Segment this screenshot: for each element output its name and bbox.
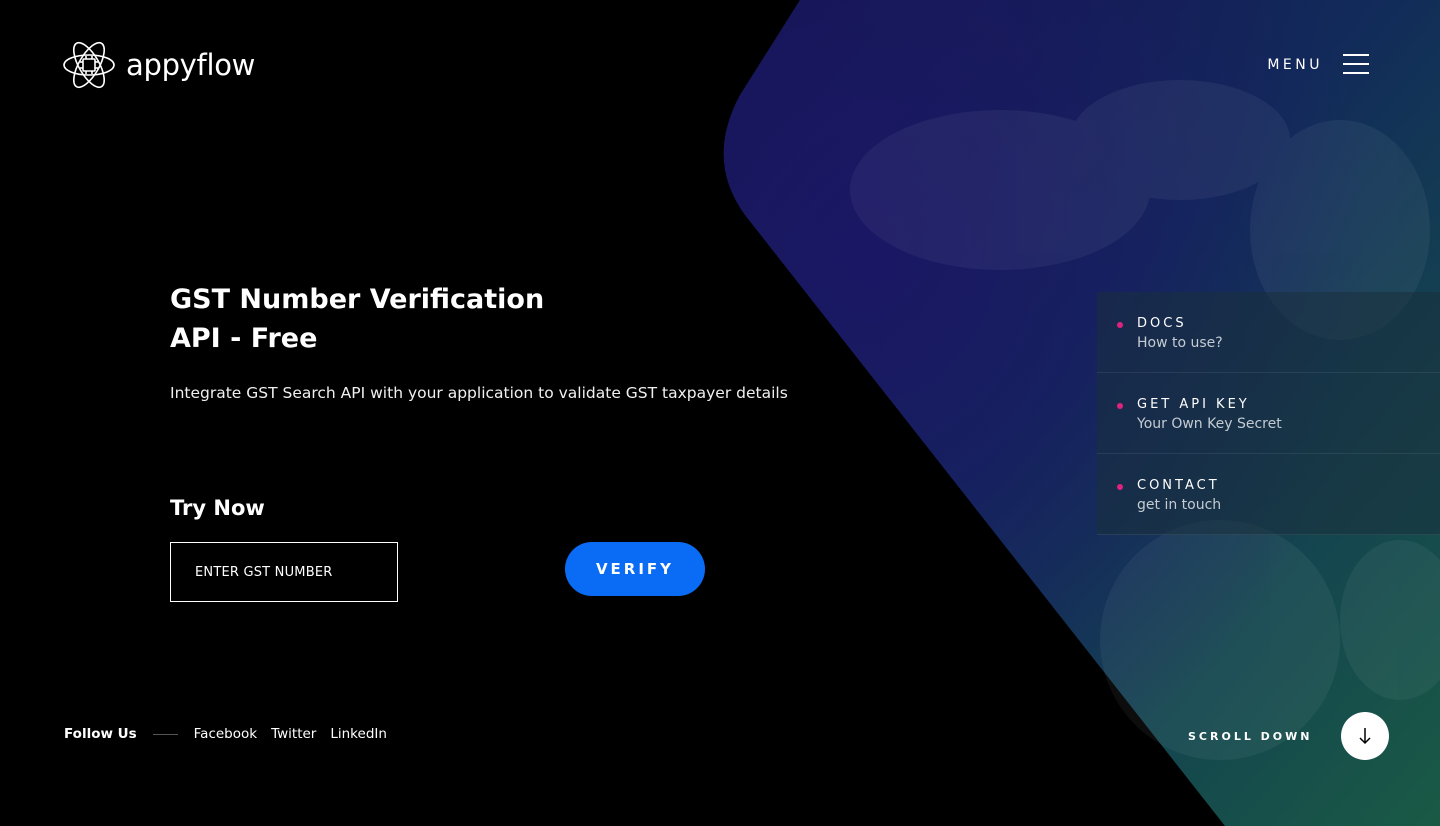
atom-logo-icon [63, 41, 115, 89]
side-item-desc: Your Own Key Secret [1137, 416, 1282, 432]
try-now-heading: Try Now [170, 496, 265, 520]
menu-button[interactable]: MENU [1267, 54, 1369, 75]
hero-section: GST Number Verification API - Free Integ… [170, 280, 788, 402]
bullet-dot-icon [1117, 484, 1123, 490]
side-item-docs[interactable]: DOCS How to use? [1097, 292, 1440, 373]
scroll-down-button[interactable]: SCROLL DOWN [1188, 712, 1389, 760]
side-item-desc: How to use? [1137, 335, 1223, 351]
side-item-get-api-key[interactable]: GET API KEY Your Own Key Secret [1097, 373, 1440, 454]
twitter-link[interactable]: Twitter [271, 726, 316, 742]
arrow-down-icon [1358, 728, 1371, 745]
side-item-contact[interactable]: CONTACT get in touch [1097, 454, 1440, 535]
side-menu: DOCS How to use? GET API KEY Your Own Ke… [1097, 292, 1440, 535]
social-links: Follow Us Facebook Twitter LinkedIn [64, 726, 401, 742]
page-title-line1: GST Number Verification [170, 284, 545, 315]
menu-label: MENU [1267, 56, 1323, 73]
hero-subtitle: Integrate GST Search API with your appli… [170, 384, 788, 402]
facebook-link[interactable]: Facebook [194, 726, 257, 742]
bullet-dot-icon [1117, 322, 1123, 328]
scroll-down-label: SCROLL DOWN [1188, 729, 1313, 743]
brand-name: appyflow [126, 48, 256, 82]
side-item-desc: get in touch [1137, 497, 1222, 513]
side-item-title: GET API KEY [1137, 397, 1250, 412]
hamburger-icon [1343, 54, 1369, 75]
side-item-title: CONTACT [1137, 478, 1220, 493]
bullet-dot-icon [1117, 403, 1123, 409]
follow-us-label: Follow Us [64, 726, 137, 742]
divider [152, 733, 178, 735]
side-item-title: DOCS [1137, 316, 1187, 331]
page-title: GST Number Verification API - Free [170, 280, 590, 358]
verify-button[interactable]: VERIFY [565, 542, 705, 596]
gst-number-input[interactable] [170, 542, 398, 602]
page-title-line2: API - Free [170, 323, 318, 354]
linkedin-link[interactable]: LinkedIn [330, 726, 387, 742]
brand-logo[interactable]: appyflow [62, 38, 255, 92]
scroll-circle[interactable] [1340, 712, 1389, 760]
